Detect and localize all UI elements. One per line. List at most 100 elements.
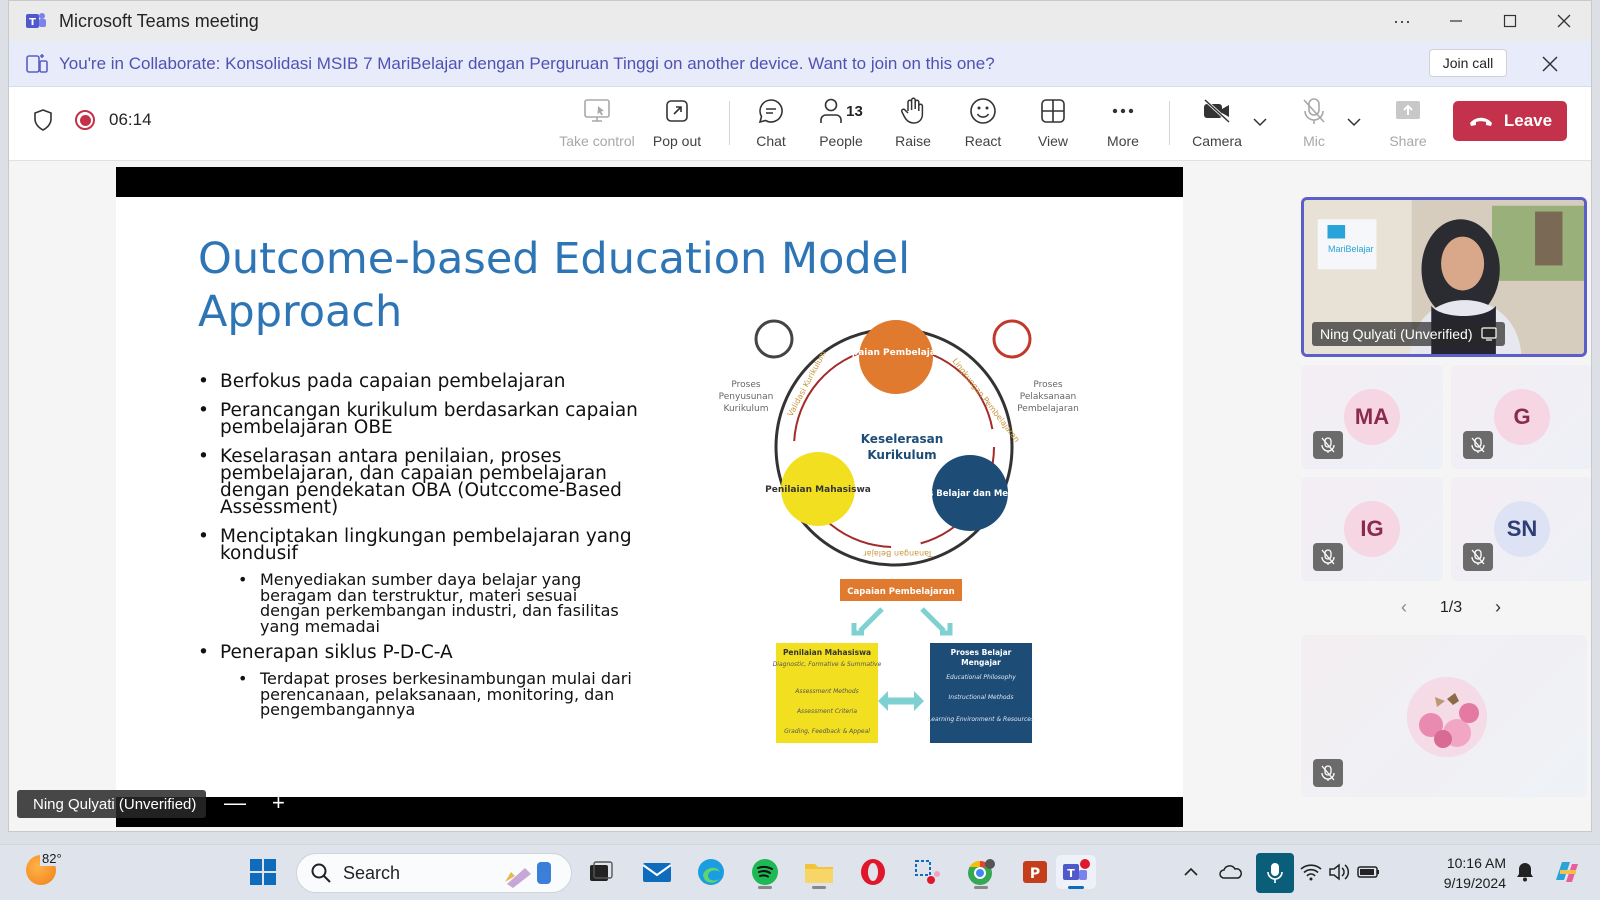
react-label: React: [964, 133, 1002, 149]
arc-label-right: Lingkungan Pembelajaran: [950, 357, 1021, 444]
minimize-button[interactable]: [1429, 1, 1483, 41]
recording-icon: [75, 110, 95, 130]
maximize-icon: [1503, 14, 1517, 28]
task-view-icon[interactable]: [584, 855, 618, 889]
shared-content-stage: Outcome-based Education Model Approach B…: [116, 167, 1183, 827]
box-proses-title: Proses Belajar: [951, 648, 1012, 657]
tray-overflow-icon[interactable]: [1178, 859, 1204, 885]
share-button[interactable]: Share: [1383, 95, 1433, 155]
opera-icon[interactable]: [856, 855, 890, 889]
volume-icon[interactable]: [1326, 859, 1352, 885]
participant-tile[interactable]: G: [1451, 365, 1591, 469]
avatar: G: [1494, 389, 1550, 445]
copilot-icon[interactable]: [1550, 857, 1584, 887]
mic-button[interactable]: Mic: [1289, 95, 1339, 155]
zoom-out-button[interactable]: —: [224, 790, 246, 816]
shield-icon[interactable]: [33, 109, 53, 131]
chevron-down-icon: [1347, 118, 1361, 127]
raise-label: Raise: [895, 133, 931, 149]
chat-button[interactable]: Chat: [739, 95, 803, 155]
pop-out-button[interactable]: Pop out: [645, 95, 709, 155]
wifi-icon[interactable]: [1298, 859, 1324, 885]
participant-name-tag: Ning Qulyati (Unverified): [1312, 322, 1505, 346]
people-icon: [820, 98, 842, 123]
mic-muted-icon: [1313, 543, 1343, 571]
more-label: More: [1107, 133, 1139, 149]
hand-icon: [900, 97, 924, 124]
start-button[interactable]: [246, 855, 280, 889]
leave-button[interactable]: Leave: [1453, 101, 1567, 141]
right-cycle-label: Proses: [1033, 380, 1063, 390]
taskbar-search[interactable]: Search: [296, 853, 572, 893]
arc-label-bottom: Tanangan Belajar: [863, 549, 934, 558]
bullet-item: Penerapan siklus P-D-C-A: [198, 643, 638, 662]
chrome-icon[interactable]: [964, 855, 998, 889]
camera-options-button[interactable]: [1249, 111, 1271, 133]
raise-hand-button[interactable]: Raise: [881, 95, 945, 155]
left-cycle-label: Kurikulum: [724, 404, 769, 414]
view-button[interactable]: View: [1021, 95, 1085, 155]
people-button[interactable]: 13 People: [809, 95, 873, 155]
close-window-button[interactable]: [1537, 1, 1591, 41]
presenter-video-tile[interactable]: MariBelajar Ning Qulyati (Unverified): [1301, 197, 1587, 357]
participant-tile[interactable]: IG: [1301, 477, 1443, 581]
bullet-item: Berfokus pada capaian pembelajaran: [198, 372, 638, 391]
more-options-button[interactable]: ···: [1375, 1, 1429, 41]
share-icon: [1396, 101, 1420, 119]
notification-bell-icon[interactable]: [1512, 859, 1538, 885]
flower-avatar-image: [1407, 677, 1487, 757]
mic-off-icon: [1303, 98, 1325, 124]
mic-in-use-icon[interactable]: [1256, 853, 1294, 893]
mail-icon[interactable]: [640, 855, 674, 889]
box-penilaian-text: Assessment Criteria: [796, 708, 857, 715]
box-proses-text: Educational Philosophy: [946, 674, 1016, 681]
take-control-button[interactable]: Take control: [557, 95, 637, 155]
participant-tile[interactable]: MA: [1301, 365, 1443, 469]
self-view-tile[interactable]: [1301, 635, 1587, 797]
camera-label: Camera: [1192, 133, 1242, 149]
spotify-icon[interactable]: [748, 855, 782, 889]
previous-page-icon[interactable]: ‹: [1401, 597, 1407, 618]
box-penilaian-text: Grading, Feedback & Appeal: [784, 728, 870, 735]
react-button[interactable]: React: [951, 95, 1015, 155]
join-call-button[interactable]: Join call: [1429, 49, 1507, 77]
slide-bullet-list: Berfokus pada capaian pembelajaran Peran…: [198, 372, 638, 728]
view-label: View: [1037, 133, 1069, 149]
box-proses-text: Instructional Methods: [949, 694, 1014, 701]
devices-icon: [26, 53, 48, 73]
file-explorer-icon[interactable]: [802, 855, 836, 889]
snipping-tool-icon[interactable]: [910, 855, 944, 889]
more-button[interactable]: More: [1091, 95, 1155, 155]
avatar: IG: [1344, 501, 1400, 557]
participant-tile[interactable]: SN: [1451, 477, 1591, 581]
meeting-status: 06:14: [33, 109, 152, 131]
close-icon: [1557, 14, 1571, 28]
teams-logo-icon: T: [26, 13, 46, 28]
camera-button[interactable]: Camera: [1185, 95, 1249, 155]
left-cycle-label: Proses: [731, 380, 761, 390]
system-clock[interactable]: 10:16 AM 9/19/2024: [1424, 853, 1506, 893]
teams-taskbar-icon[interactable]: T: [1056, 855, 1096, 889]
banner-close-button[interactable]: [1537, 51, 1563, 77]
zoom-in-button[interactable]: +: [272, 790, 285, 816]
battery-icon[interactable]: [1356, 859, 1382, 885]
phone-hangup-icon: [1469, 117, 1492, 126]
camera-off-icon: [1203, 98, 1231, 124]
mic-options-button[interactable]: [1343, 111, 1365, 133]
node-penilaian-label: Penilaian Mahasiswa: [765, 485, 871, 495]
chat-icon: [758, 99, 783, 124]
meeting-timer: 06:14: [109, 110, 152, 129]
edge-icon[interactable]: [694, 855, 728, 889]
onedrive-icon[interactable]: [1218, 859, 1244, 885]
arc-label-left: Validasi Kurikulum: [786, 349, 828, 418]
box-proses-title: Mengajar: [961, 658, 1001, 667]
search-icon: [311, 863, 331, 883]
next-page-icon[interactable]: ›: [1495, 597, 1501, 618]
clock-time: 10:16 AM: [1446, 855, 1506, 871]
gallery-pager: ‹ 1/3 ›: [1401, 597, 1501, 618]
powerpoint-icon[interactable]: P: [1018, 855, 1052, 889]
maximize-button[interactable]: [1483, 1, 1537, 41]
share-label: Share: [1389, 133, 1427, 149]
svg-text:P: P: [1030, 866, 1040, 882]
participant-name: Ning Qulyati (Unverified): [1320, 326, 1473, 342]
